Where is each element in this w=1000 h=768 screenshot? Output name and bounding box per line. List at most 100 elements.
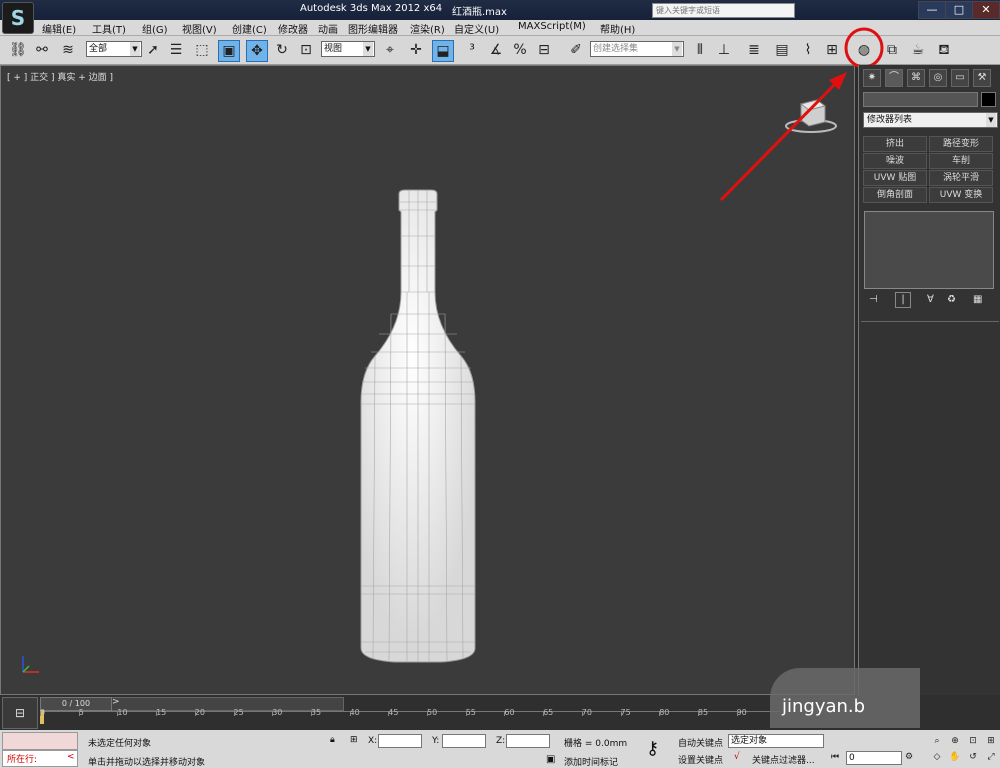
maximize-viewport-icon[interactable]: ⤢ xyxy=(984,750,998,764)
make-unique-icon[interactable]: ∀ xyxy=(927,294,934,305)
pin-stack-icon[interactable]: ⊣ xyxy=(869,294,878,305)
maxscript-listener-white[interactable]: 所在行: < xyxy=(2,750,78,767)
next-frame-icon[interactable]: > xyxy=(112,697,120,707)
render-production-icon[interactable]: ⛾ xyxy=(934,40,954,60)
orbit-icon[interactable]: ↺ xyxy=(966,750,980,764)
x-coordinate-field[interactable] xyxy=(378,734,422,748)
graphite-ribbon-icon[interactable]: ▤ xyxy=(772,40,792,60)
menu-modifiers[interactable]: 修改器 xyxy=(278,21,308,36)
unlink-icon[interactable]: ⚯ xyxy=(32,40,52,60)
absolute-mode-icon[interactable]: ⊞ xyxy=(350,735,358,745)
set-key-button[interactable]: 设置关键点 xyxy=(678,753,723,766)
menu-create[interactable]: 创建(C) xyxy=(232,21,267,36)
create-tab-icon[interactable]: ✷ xyxy=(863,69,881,87)
modifier-uvw-xform-button[interactable]: UVW 变换 xyxy=(929,187,993,203)
curve-editor-icon[interactable]: ⌇ xyxy=(798,40,818,60)
z-coordinate-field[interactable] xyxy=(506,734,550,748)
menu-customize[interactable]: 自定义(U) xyxy=(454,21,499,36)
y-coordinate-field[interactable] xyxy=(442,734,486,748)
field-of-view-icon[interactable]: ◇ xyxy=(930,750,944,764)
menu-tools[interactable]: 工具(T) xyxy=(92,21,126,36)
key-curve-icon[interactable]: √ xyxy=(734,752,740,762)
rectangular-selection-icon[interactable]: ⬚ xyxy=(192,40,212,60)
app-logo[interactable]: S xyxy=(2,2,34,34)
viewport-label[interactable]: [ + ] 正交 ] 真实 + 边面 ] xyxy=(7,70,113,83)
search-input[interactable]: 键入关键字或短语 xyxy=(652,3,795,18)
use-pivot-center-icon[interactable]: ⌖ xyxy=(380,40,400,60)
set-key-icon[interactable]: ⚷ xyxy=(646,738,659,759)
go-to-start-icon[interactable]: ⏮ xyxy=(828,750,842,764)
select-and-rotate-icon[interactable]: ↻ xyxy=(272,40,292,60)
modifier-list-dropdown[interactable]: 修改器列表 ▼ xyxy=(863,112,998,128)
close-button[interactable]: ✕ xyxy=(972,1,1000,19)
modifier-bevel-profile-button[interactable]: 倒角剖面 xyxy=(863,187,927,203)
select-and-manipulate-icon[interactable]: ✛ xyxy=(406,40,426,60)
modify-tab-icon[interactable]: ⌒ xyxy=(885,69,903,87)
select-by-name-icon[interactable]: ☰ xyxy=(166,40,186,60)
modifier-extrude-button[interactable]: 挤出 xyxy=(863,136,927,152)
track-bar-toggle-icon[interactable]: ⊟ xyxy=(2,697,38,729)
key-filters-button[interactable]: 关键点过滤器... xyxy=(752,753,815,766)
modifier-turbosmooth-button[interactable]: 涡轮平滑 xyxy=(929,170,993,186)
zoom-extents-icon[interactable]: ⊡ xyxy=(966,734,980,748)
time-tag-icon[interactable]: ▣ xyxy=(546,754,555,765)
reference-coordinate-dropdown[interactable]: 视图 ▼ xyxy=(321,41,375,57)
key-mode-dropdown[interactable]: 选定对象 xyxy=(728,734,824,748)
select-and-link-icon[interactable]: ⛓ xyxy=(8,40,28,60)
zoom-extents-all-icon[interactable]: ⊞ xyxy=(984,734,998,748)
select-and-move-icon[interactable]: ✥ xyxy=(246,40,268,62)
angle-snap-icon[interactable]: ∡ xyxy=(486,40,506,60)
schematic-view-icon[interactable]: ⊞ xyxy=(822,40,842,60)
select-object-icon[interactable]: ➚ xyxy=(143,40,163,60)
add-time-tag[interactable]: 添加时间标记 xyxy=(564,755,618,768)
time-slider[interactable]: 0 / 100 xyxy=(40,697,112,711)
named-selection-dropdown[interactable]: 创建选择集 ▼ xyxy=(590,41,684,57)
menu-edit[interactable]: 编辑(E) xyxy=(42,21,76,36)
layer-manager-icon[interactable]: ≣ xyxy=(744,40,764,60)
mirror-icon[interactable]: ⫴ xyxy=(690,40,710,60)
auto-key-button[interactable]: 自动关键点 xyxy=(678,736,723,749)
hierarchy-tab-icon[interactable]: ⌘ xyxy=(907,69,925,87)
wine-bottle-model[interactable] xyxy=(351,186,491,666)
menu-group[interactable]: 组(G) xyxy=(142,21,168,36)
snaps-toggle-icon[interactable]: ³ xyxy=(462,40,482,60)
menu-graph-editors[interactable]: 图形编辑器 xyxy=(348,21,398,36)
time-config-icon[interactable]: ⚙ xyxy=(902,750,916,764)
remove-modifier-icon[interactable]: ♻ xyxy=(947,294,956,305)
menu-views[interactable]: 视图(V) xyxy=(182,21,217,36)
menu-maxscript[interactable]: MAXScript(M) xyxy=(518,21,586,32)
percent-snap-icon[interactable]: % xyxy=(510,40,530,60)
modifier-lathe-button[interactable]: 车削 xyxy=(929,153,993,169)
spinner-snap-icon[interactable]: ⊟ xyxy=(534,40,554,60)
perspective-viewport[interactable]: [ + ] 正交 ] 真实 + 边面 ] xyxy=(0,65,855,695)
align-icon[interactable]: ⊥ xyxy=(714,40,734,60)
show-end-result-icon[interactable]: | xyxy=(895,292,911,308)
select-and-scale-icon[interactable]: ⊡ xyxy=(296,40,316,60)
menu-rendering[interactable]: 渲染(R) xyxy=(410,21,445,36)
current-frame-field[interactable]: 0 xyxy=(846,751,902,765)
maximize-button[interactable]: □ xyxy=(945,1,973,19)
object-color-swatch[interactable] xyxy=(981,92,996,107)
window-crossing-icon[interactable]: ▣ xyxy=(218,40,240,62)
maxscript-listener-pink[interactable] xyxy=(2,732,78,750)
motion-tab-icon[interactable]: ◎ xyxy=(929,69,947,87)
utilities-tab-icon[interactable]: ⚒ xyxy=(973,69,991,87)
edit-named-selection-icon[interactable]: ✐ xyxy=(566,40,586,60)
zoom-icon[interactable]: ⌕ xyxy=(930,734,944,748)
pan-view-icon[interactable]: ✋ xyxy=(948,750,962,764)
modifier-pathdeform-button[interactable]: 路径变形 xyxy=(929,136,993,152)
menu-animation[interactable]: 动画 xyxy=(318,21,338,36)
configure-modifier-sets-icon[interactable]: ▦ xyxy=(973,294,982,305)
modifier-uvw-map-button[interactable]: UVW 贴图 xyxy=(863,170,927,186)
rendered-frame-window-icon[interactable]: ☕ xyxy=(908,40,928,60)
menu-help[interactable]: 帮助(H) xyxy=(600,21,635,36)
keyboard-shortcut-override-icon[interactable]: ⬓ xyxy=(432,40,454,62)
modifier-stack-list[interactable] xyxy=(864,211,994,289)
selection-filter-dropdown[interactable]: 全部 ▼ xyxy=(86,41,142,57)
lock-selection-icon[interactable]: 🔒︎ xyxy=(330,735,335,745)
modifier-noise-button[interactable]: 噪波 xyxy=(863,153,927,169)
display-tab-icon[interactable]: ▭ xyxy=(951,69,969,87)
minimize-button[interactable]: — xyxy=(918,1,946,19)
bind-space-warp-icon[interactable]: ≋ xyxy=(58,40,78,60)
zoom-all-icon[interactable]: ⊕ xyxy=(948,734,962,748)
